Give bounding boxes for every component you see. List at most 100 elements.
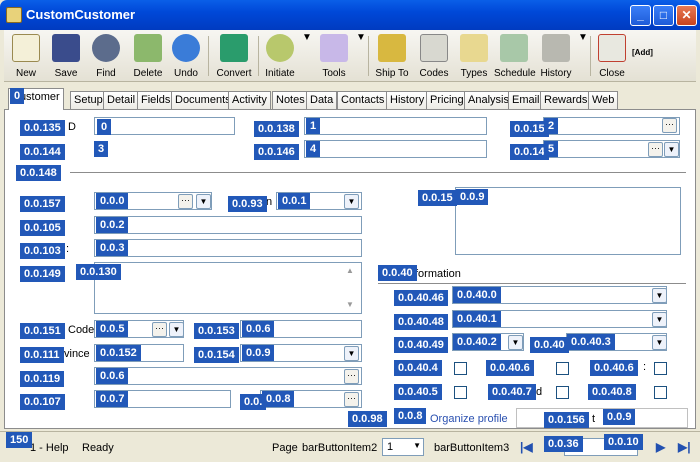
bar-button-item3[interactable]: barButtonItem3 <box>434 442 509 454</box>
tab-web[interactable]: Web <box>588 91 619 109</box>
tab-overlay-badge: 0 <box>10 88 25 104</box>
save-button[interactable]: Save <box>48 32 84 80</box>
tools-button[interactable]: Tools <box>314 32 354 80</box>
tab-documents[interactable]: Documents <box>171 91 235 109</box>
field-badge: 0.0.14 <box>510 144 549 160</box>
field-badge: 1 <box>306 118 321 134</box>
tab-email[interactable]: Email <box>508 91 544 109</box>
app-icon <box>6 7 22 23</box>
chevron-down-icon[interactable]: ▼ <box>652 312 667 327</box>
history-dropdown-icon[interactable]: ▼ <box>578 32 588 80</box>
first-page-icon[interactable]: |◀ <box>520 440 533 454</box>
chevron-down-icon[interactable]: ▼ <box>344 346 359 361</box>
scroll-down-icon[interactable]: ▼ <box>346 300 354 309</box>
field-input[interactable] <box>516 408 688 428</box>
title-bar: CustomCustomer _ □ ✕ <box>0 0 700 30</box>
tab-strip: Customer Setup Detail Fields Documents A… <box>4 88 696 110</box>
chevron-down-icon[interactable]: ▼ <box>344 194 359 209</box>
field-label-province: vince <box>64 348 90 360</box>
field-input[interactable] <box>304 117 487 135</box>
field-input[interactable] <box>94 216 362 234</box>
customer-id-input[interactable] <box>94 117 235 135</box>
undo-arrow-icon <box>172 34 200 62</box>
field-badge: 0.0.9 <box>603 409 636 425</box>
field-badge: 0.0.135 <box>20 120 65 136</box>
field-badge: 0.0.40.6 <box>486 360 534 376</box>
field-badge: 0.0.107 <box>20 394 65 410</box>
tab-history[interactable]: History <box>386 91 429 109</box>
tab-rewards[interactable]: Rewards <box>540 91 592 109</box>
history-button[interactable]: History <box>536 32 576 80</box>
ellipsis-button[interactable]: ··· <box>178 194 193 209</box>
tab-detail[interactable]: Detail <box>103 91 140 109</box>
field-badge: 5 <box>544 141 559 157</box>
checkbox[interactable] <box>556 386 569 399</box>
chevron-down-icon[interactable]: ▼ <box>196 194 211 209</box>
help-status: 1 - Help <box>30 442 69 454</box>
field-input[interactable] <box>304 140 487 158</box>
memo-textarea[interactable] <box>94 262 362 314</box>
ellipsis-button[interactable]: ··· <box>662 118 677 133</box>
tab-activity[interactable]: Activity <box>228 91 271 109</box>
field-label: : <box>643 361 647 373</box>
ship-to-button[interactable]: Ship To <box>372 32 412 80</box>
binoculars-icon <box>92 34 120 62</box>
tab-contacts[interactable]: Contacts <box>337 91 389 109</box>
checkbox[interactable] <box>454 362 467 375</box>
convert-button[interactable]: Convert <box>212 32 256 80</box>
bar-button-item2[interactable]: barButtonItem2 <box>302 442 377 454</box>
codes-button[interactable]: Codes <box>416 32 452 80</box>
tab-pricing[interactable]: Pricing <box>426 91 468 109</box>
tab-analysis[interactable]: Analysis <box>464 91 513 109</box>
close-window-button[interactable]: ✕ <box>676 5 697 26</box>
delete-button[interactable]: Delete <box>128 32 168 80</box>
next-page-icon[interactable]: ▶ <box>656 440 665 454</box>
tab-notes[interactable]: Notes <box>272 91 309 109</box>
field-badge: 0.0.6 <box>96 368 129 384</box>
chevron-down-icon[interactable]: ▼ <box>664 142 679 157</box>
field-badge: 0.0.40.8 <box>588 384 636 400</box>
tab-setup[interactable]: Setup <box>70 91 107 109</box>
chevron-down-icon[interactable]: ▼ <box>652 335 667 350</box>
undo-button[interactable]: Undo <box>168 32 204 80</box>
field-label: t <box>592 413 596 425</box>
new-button[interactable]: New <box>8 32 44 80</box>
find-button[interactable]: Find <box>88 32 124 80</box>
field-badge: 0.0.1 <box>278 193 311 209</box>
forklift-icon <box>378 34 406 62</box>
checkbox[interactable] <box>454 386 467 399</box>
chevron-down-icon[interactable]: ▼ <box>652 288 667 303</box>
tools-dropdown-icon[interactable]: ▼ <box>356 32 366 80</box>
codes-icon <box>420 34 448 62</box>
last-page-icon[interactable]: ▶| <box>678 440 691 454</box>
memo-textarea[interactable] <box>455 187 681 255</box>
field-badge: 0.0.9 <box>456 189 489 205</box>
checkbox[interactable] <box>556 362 569 375</box>
schedule-button[interactable]: Schedule <box>494 32 536 80</box>
checkbox[interactable] <box>654 362 667 375</box>
field-input[interactable] <box>543 117 680 135</box>
ellipsis-button[interactable]: ··· <box>648 142 663 157</box>
close-button[interactable]: Close <box>594 32 630 80</box>
field-input[interactable] <box>94 367 362 385</box>
ellipsis-button[interactable]: ··· <box>344 392 359 407</box>
organize-profile-link[interactable]: Organize profile <box>430 413 508 425</box>
chevron-down-icon[interactable]: ▼ <box>169 322 184 337</box>
minimize-button[interactable]: _ <box>630 5 651 26</box>
ellipsis-button[interactable]: ··· <box>344 369 359 384</box>
page-select[interactable]: 1 ▼ <box>382 438 424 456</box>
field-input[interactable] <box>94 239 362 257</box>
maximize-button[interactable]: □ <box>653 5 674 26</box>
chevron-down-icon[interactable]: ▼ <box>508 335 523 350</box>
checkbox[interactable] <box>654 386 667 399</box>
scroll-up-icon[interactable]: ▲ <box>346 266 354 275</box>
initiate-button[interactable]: Initiate <box>260 32 300 80</box>
initiate-dropdown-icon[interactable]: ▼ <box>302 32 312 80</box>
field-badge: 0.0.15 <box>510 121 549 137</box>
tab-data[interactable]: Data <box>306 91 338 109</box>
tab-fields[interactable]: Fields <box>137 91 175 109</box>
field-badge: 0.0.40.0 <box>453 287 501 303</box>
types-button[interactable]: Types <box>456 32 492 80</box>
field-badge: 0.0.40.7 <box>488 384 536 400</box>
ellipsis-button[interactable]: ··· <box>152 322 167 337</box>
